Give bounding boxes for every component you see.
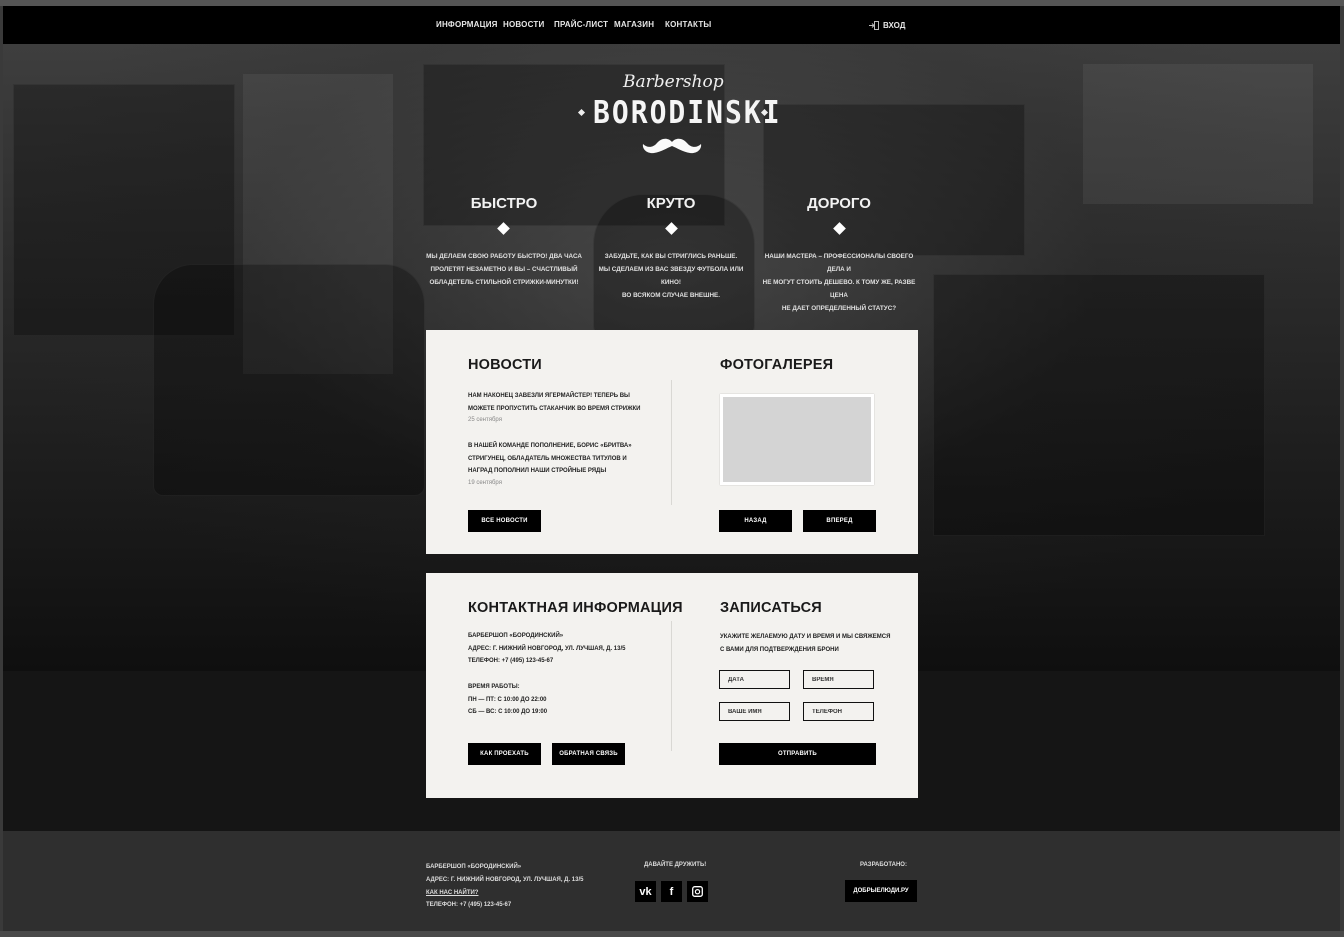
footer-contacts: БАРБЕРШОП «БОРОДИНСКИЙ» АДРЕС: Г. НИЖНИЙ… <box>426 861 583 912</box>
time-field[interactable] <box>803 670 874 689</box>
contacts-title: КОНТАКТНАЯ ИНФОРМАЦИЯ <box>468 600 683 616</box>
nav-item-news[interactable]: НОВОСТИ <box>503 20 544 29</box>
top-navigation: ИНФОРМАЦИЯ НОВОСТИ ПРАЙС-ЛИСТ МАГАЗИН КО… <box>3 6 1340 44</box>
news-item-line: В НАШЕЙ КОМАНДЕ ПОПОЛНЕНИЕ, БОРИС «БРИТВ… <box>468 443 632 449</box>
nav-item-prices[interactable]: ПРАЙС-ЛИСТ <box>554 20 608 29</box>
feature-fast-title: БЫСТРО <box>470 195 538 212</box>
bg-counter-shelf <box>763 104 1025 256</box>
mustache-icon <box>642 138 702 154</box>
phone-field[interactable] <box>803 702 874 721</box>
news-gallery-card: НОВОСТИ НАМ НАКОНЕЦ ЗАВЕЗЛИ ЯГЕРМАЙСТЕР!… <box>426 330 918 554</box>
feature-expensive-line: НЕ ДАЕТ ОПРЕДЕЛЕННЫЙ СТАТУС? <box>781 305 897 312</box>
contacts-line: ТЕЛЕФОН: +7 (495) 123-45-67 <box>468 658 554 665</box>
hours-line: ВРЕМЯ РАБОТЫ: <box>468 684 520 690</box>
route-button[interactable]: КАК ПРОЕХАТЬ <box>468 743 541 765</box>
footer-phone: ТЕЛЕФОН: +7 (495) 123-45-67 <box>426 902 512 909</box>
page: ИНФОРМАЦИЯ НОВОСТИ ПРАЙС-ЛИСТ МАГАЗИН КО… <box>3 6 1340 931</box>
contacts-details: БАРБЕРШОП «БОРОДИНСКИЙ» АДРЕС: Г. НИЖНИЙ… <box>468 630 625 668</box>
feature-fast-text: МЫ ДЕЛАЕМ СВОЮ РАБОТУ БЫСТРО! ДВА ЧАСА П… <box>424 250 584 289</box>
contacts-line: АДРЕС: Г. НИЖНИЙ НОВГОРОД, УЛ. ЛУЧШАЯ, Д… <box>468 645 626 652</box>
all-news-button[interactable]: ВСЕ НОВОСТИ <box>468 510 541 532</box>
window-bottom-edge <box>0 931 1344 937</box>
date-field[interactable] <box>719 670 790 689</box>
nav-item-info[interactable]: ИНФОРМАЦИЯ <box>436 20 498 29</box>
nav-item-contacts[interactable]: КОНТАКТЫ <box>665 20 711 29</box>
news-title: НОВОСТИ <box>468 357 542 373</box>
booking-line: УКАЖИТЕ ЖЕЛАЕМУЮ ДАТУ И ВРЕМЯ И МЫ СВЯЖЕ… <box>720 634 891 640</box>
news-item-line: МОЖЕТЕ ПРОПУСТИТЬ СТАКАНЧИК ВО ВРЕМЯ СТР… <box>468 405 641 412</box>
login-link[interactable]: ВХОД <box>869 18 905 32</box>
submit-button[interactable]: ОТПРАВИТЬ <box>719 743 876 765</box>
feature-fast-line: ПРОЛЕТЯТ НЕЗАМЕТНО И ВЫ – СЧАСТЛИВЫЙ <box>430 266 578 273</box>
card-divider <box>671 380 672 505</box>
feature-cool-text: ЗАБУДЬТЕ, КАК ВЫ СТРИГЛИСЬ РАНЬШЕ. МЫ СД… <box>591 250 751 302</box>
instagram-glyph <box>692 886 703 897</box>
feature-expensive-title: ДОРОГО <box>807 195 871 212</box>
feature-expensive-line: НАШИ МАСТЕРА – ПРОФЕССИОНАЛЫ СВОЕГО ДЕЛА… <box>764 253 914 273</box>
feature-cool-line: ВО ВСЯКОМ СЛУЧАЕ ВНЕШНЕ. <box>622 292 720 299</box>
news-item: НАМ НАКОНЕЦ ЗАВЕЗЛИ ЯГЕРМАЙСТЕР! ТЕПЕРЬ … <box>468 390 640 415</box>
bg-window <box>1083 64 1313 204</box>
name-field[interactable] <box>719 702 790 721</box>
news-item-date: 19 сентября <box>468 480 502 486</box>
instagram-icon[interactable] <box>687 881 708 902</box>
social-title: ДАВАЙТЕ ДРУЖИТЬ! <box>644 862 707 868</box>
feature-cool-title: КРУТО <box>646 195 696 212</box>
bg-drawers <box>933 274 1265 536</box>
feature-fast-line: ОБЛАДЕТЕЛЬ СТИЛЬНОЙ СТРИЖКИ-МИНУТКИ! <box>429 279 579 286</box>
booking-line: С ВАМИ ДЛЯ ПОДТВЕРЖДЕНИЯ БРОНИ <box>720 646 839 653</box>
gallery-prev-button[interactable]: НАЗАД <box>719 510 792 532</box>
gallery-title: ФОТОГАЛЕРЕЯ <box>720 357 834 373</box>
logo-name: BORODINSKI <box>593 94 782 131</box>
logo-script: Barbershop <box>623 72 724 92</box>
hours-line: ПН — ПТ: С 10:00 ДО 22:00 <box>468 696 547 703</box>
feature-cool-line: ЗАБУДЬТЕ, КАК ВЫ СТРИГЛИСЬ РАНЬШЕ. <box>604 253 738 260</box>
footer-line: АДРЕС: Г. НИЖНИЙ НОВГОРОД, УЛ. ЛУЧШАЯ, Д… <box>426 876 584 883</box>
facebook-icon[interactable]: f <box>661 881 682 902</box>
news-item-line: НАГРАД ПОПОЛНИЛ НАШИ СТРОЙНЫЕ РЯДЫ <box>468 468 607 475</box>
feature-cool-line: МЫ СДЕЛАЕМ ИЗ ВАС ЗВЕЗДУ ФУТБОЛА ИЛИ КИН… <box>598 266 744 286</box>
gallery-next-button[interactable]: ВПЕРЕД <box>803 510 876 532</box>
booking-title: ЗАПИСАТЬСЯ <box>720 600 822 616</box>
login-icon <box>869 20 879 30</box>
gallery-frame <box>720 394 874 485</box>
developer-button[interactable]: ДОБРЫЕЛЮДИ.РУ <box>845 880 917 902</box>
feature-expensive-line: НЕ МОГУТ СТОИТЬ ДЕШЕВО. К ТОМУ ЖЕ, РАЗВЕ… <box>762 279 916 299</box>
developer-title: РАЗРАБОТАНО: <box>860 862 907 868</box>
news-item-line: СТРИГУНЕЦ, ОБЛАДАТЕЛЬ МНОЖЕСТВА ТИТУЛОВ … <box>468 455 627 462</box>
news-item: В НАШЕЙ КОМАНДЕ ПОПОЛНЕНИЕ, БОРИС «БРИТВ… <box>468 440 632 478</box>
feature-expensive-text: НАШИ МАСТЕРА – ПРОФЕССИОНАЛЫ СВОЕГО ДЕЛА… <box>759 250 919 315</box>
gallery-image[interactable] <box>723 397 871 482</box>
login-label: ВХОД <box>883 20 906 30</box>
contacts-hours: ВРЕМЯ РАБОТЫ: ПН — ПТ: С 10:00 ДО 22:00 … <box>468 681 547 719</box>
news-item-date: 25 сентября <box>468 417 502 423</box>
bg-barber-chairs <box>153 264 425 496</box>
feedback-button[interactable]: ОБРАТНАЯ СВЯЗЬ <box>552 743 625 765</box>
footer-line: БАРБЕРШОП «БОРОДИНСКИЙ» <box>426 864 522 870</box>
find-us-link[interactable]: КАК НАС НАЙТИ? <box>426 887 583 900</box>
hours-line: СБ — ВС: С 10:00 ДО 19:00 <box>468 709 548 716</box>
contact-booking-card: КОНТАКТНАЯ ИНФОРМАЦИЯ БАРБЕРШОП «БОРОДИН… <box>426 573 918 798</box>
feature-fast-line: МЫ ДЕЛАЕМ СВОЮ РАБОТУ БЫСТРО! ДВА ЧАСА <box>426 253 582 260</box>
nav-item-shop[interactable]: МАГАЗИН <box>614 20 654 29</box>
booking-description: УКАЖИТЕ ЖЕЛАЕМУЮ ДАТУ И ВРЕМЯ И МЫ СВЯЖЕ… <box>720 631 890 656</box>
card-divider <box>671 621 672 751</box>
contacts-line: БАРБЕРШОП «БОРОДИНСКИЙ» <box>468 633 564 639</box>
vk-icon[interactable]: vk <box>635 881 656 902</box>
news-item-line: НАМ НАКОНЕЦ ЗАВЕЗЛИ ЯГЕРМАЙСТЕР! ТЕПЕРЬ … <box>468 393 630 399</box>
